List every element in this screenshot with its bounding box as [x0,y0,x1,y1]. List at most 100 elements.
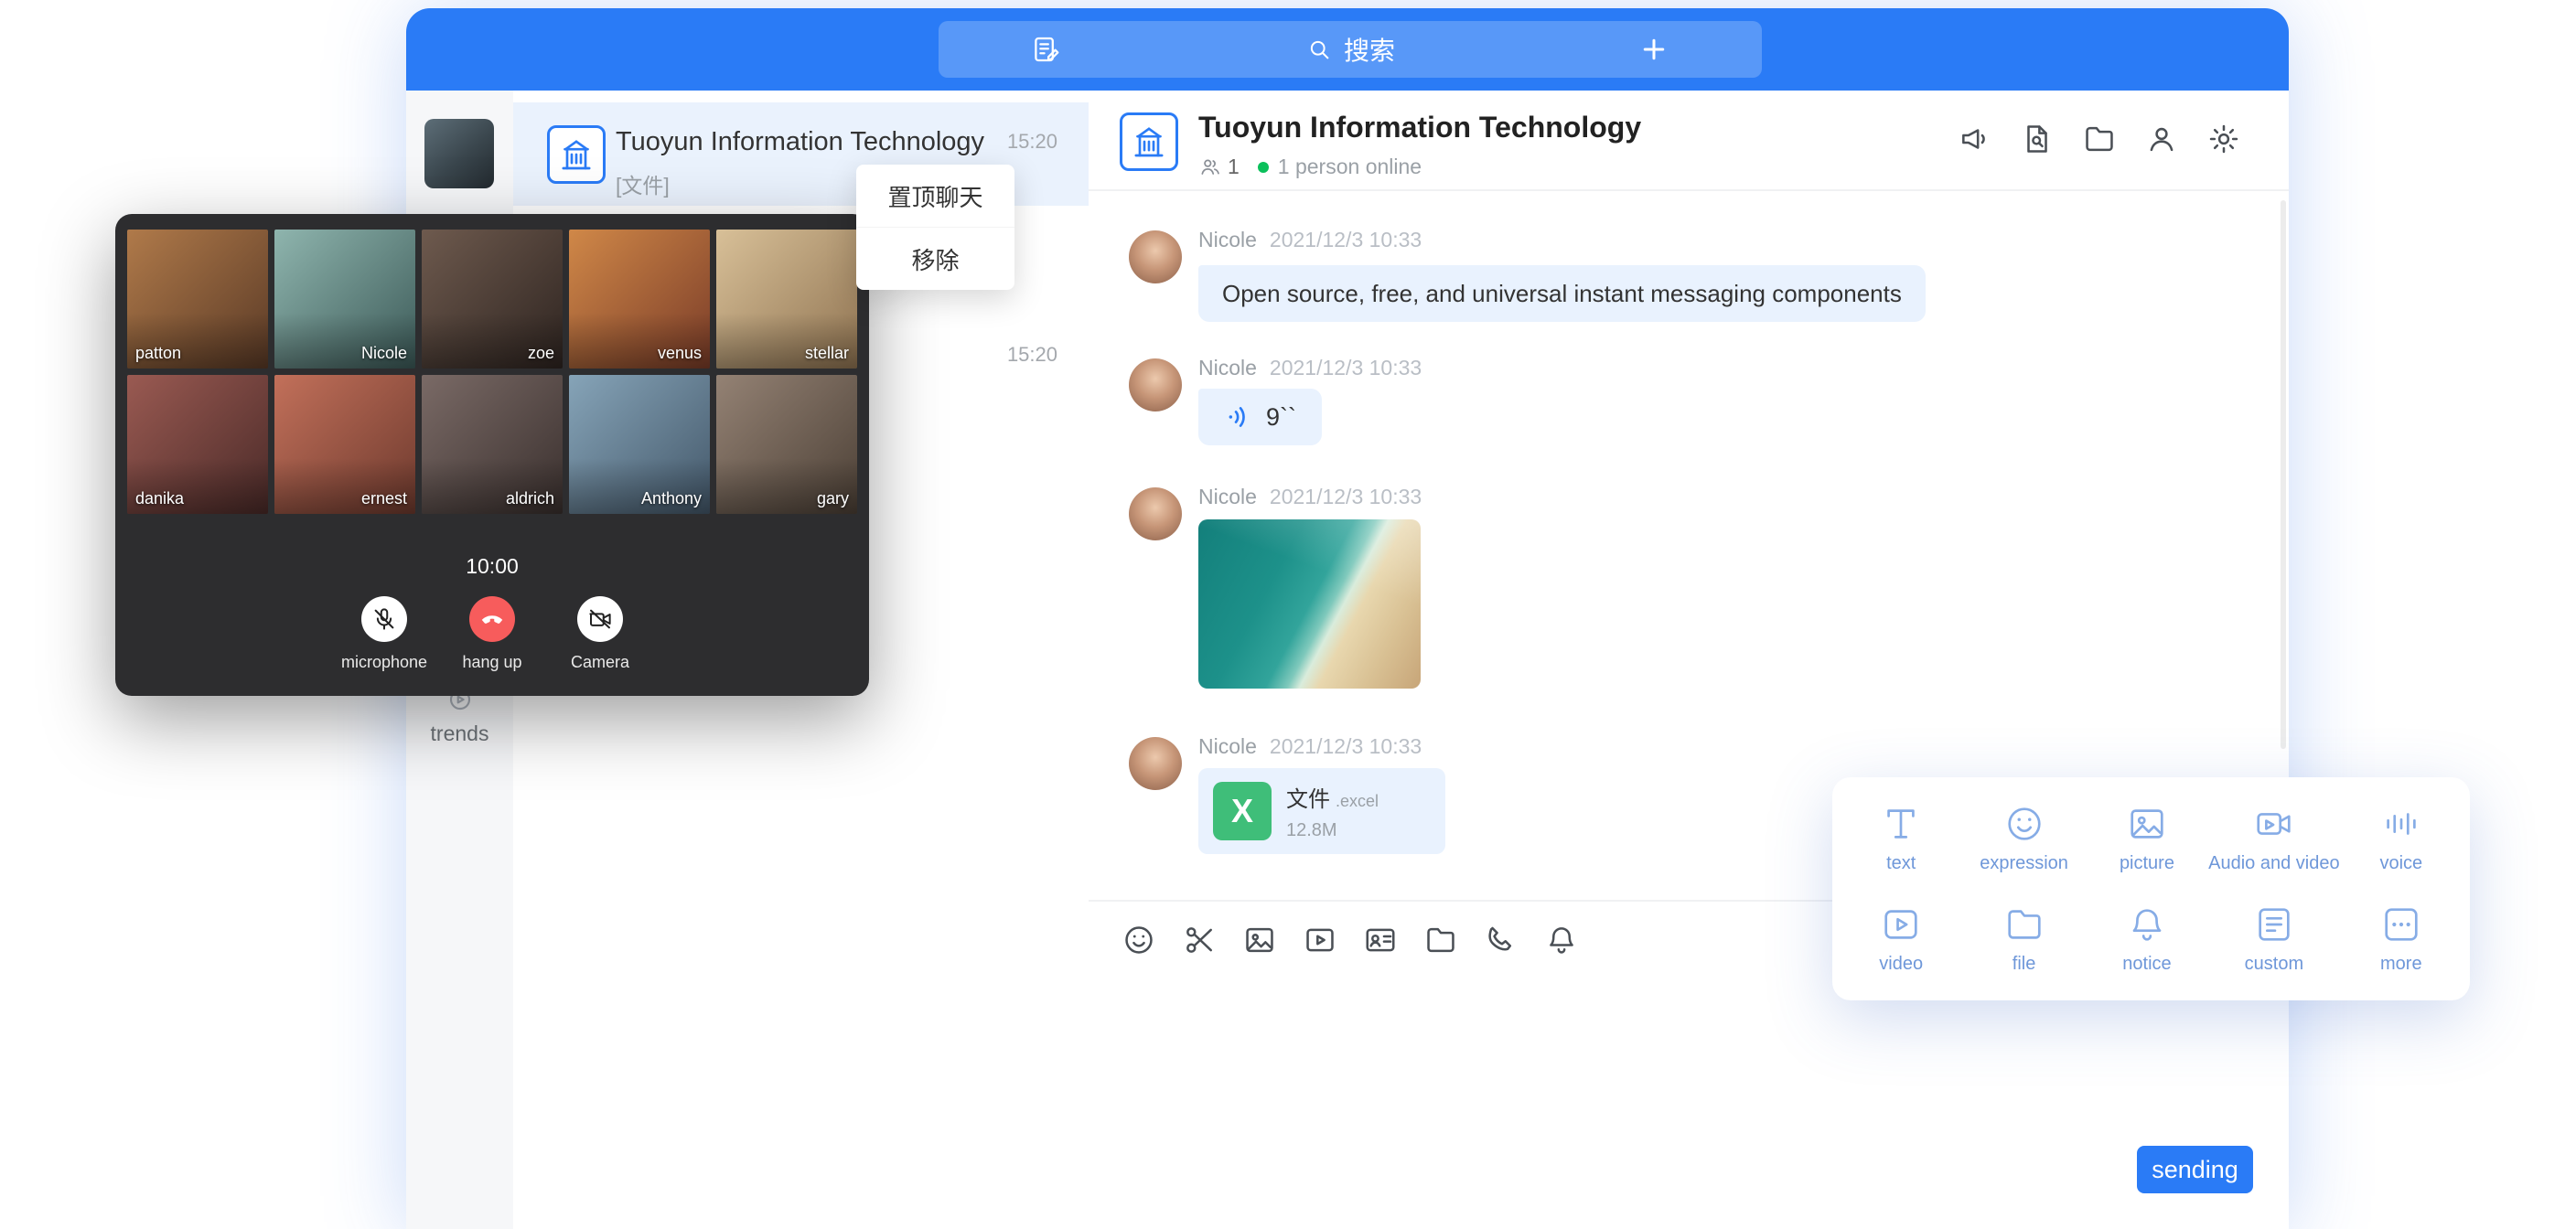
voice-icon [2380,803,2422,845]
menu-item-remove[interactable]: 移除 [856,227,1014,290]
camera-off-icon [586,605,614,633]
announcement-icon[interactable] [1958,122,1992,156]
conversation-last-message: [文件] [616,168,670,199]
screenshot-scissors-icon[interactable] [1182,923,1217,957]
participant-name: patton [135,344,181,363]
camera-control: Camera [560,596,640,672]
participant-tile[interactable]: danika [127,375,268,514]
mic-off-button[interactable] [361,596,407,642]
panel-item-video[interactable]: video [1840,889,1962,989]
participant-tile[interactable]: zoe [422,230,563,369]
online-dot [1258,162,1269,173]
panel-item-notice[interactable]: notice [2086,889,2208,989]
plus-icon[interactable] [1637,33,1670,66]
group-building-icon [547,125,606,184]
custom-icon [2253,903,2295,946]
control-label: Camera [571,653,629,672]
compose-note-icon[interactable] [1030,34,1061,65]
participant-tile[interactable]: stellar [716,230,857,369]
folder-icon[interactable] [2082,122,2117,156]
participant-name: gary [817,489,849,508]
file-message-bubble[interactable]: X 文件.excel 12.8M [1198,768,1445,854]
mic-off-icon [370,605,398,633]
chat-history-search-icon[interactable] [2020,122,2055,156]
phone-call-icon[interactable] [1484,923,1519,957]
video-icon[interactable] [1303,923,1337,957]
panel-item-text[interactable]: text [1840,788,1962,889]
conversation-time: 15:20 [1007,343,1057,367]
call-timer: 10:00 [115,554,869,579]
message-time: 2021/12/3 10:33 [1270,228,1422,251]
video-icon [1880,903,1922,946]
avatar[interactable] [1129,230,1182,283]
my-avatar[interactable] [424,119,494,188]
file-info: 文件.excel 12.8M [1286,781,1379,841]
avatar[interactable] [1129,358,1182,411]
panel-item-label: more [2380,954,2422,975]
emoji-icon[interactable] [1122,923,1156,957]
image-message-beach[interactable] [1198,519,1421,689]
trends-label: trends [406,721,513,746]
participant-tile[interactable]: Anthony [569,375,710,514]
voice-message-bubble[interactable]: 9`` [1198,389,1322,445]
avatar[interactable] [1129,487,1182,540]
panel-item-custom[interactable]: custom [2208,889,2339,989]
panel-item-label: video [1879,954,1923,975]
menu-item-pin-chat[interactable]: 置顶聊天 [856,165,1014,227]
sender-name: Nicole [1198,734,1257,758]
voice-wave-icon [1224,402,1253,432]
online-status: 1 person online [1278,155,1422,179]
topbar: 搜索 [406,8,2289,91]
send-button[interactable]: sending [2137,1146,2253,1193]
panel-item-expression[interactable]: expression [1962,788,2085,889]
image-icon[interactable] [1242,923,1277,957]
contact-card-icon[interactable] [1363,923,1398,957]
panel-item-label: custom [2245,954,2303,975]
folder-icon[interactable] [1423,923,1458,957]
panel-item-file[interactable]: file [1962,889,2085,989]
participant-name: Anthony [641,489,702,508]
message-meta: Nicole 2021/12/3 10:33 [1198,228,1422,252]
participant-tile[interactable]: patton [127,230,268,369]
panel-item-audio-video[interactable]: Audio and video [2208,788,2339,889]
conversation-title: Tuoyun Information Technology [616,127,984,157]
message-meta: Nicole 2021/12/3 10:33 [1198,734,1422,759]
chat-panel: Tuoyun Information Technology 1 1 person… [1089,91,2289,1229]
participant-tile[interactable]: gary [716,375,857,514]
picture-icon [2126,803,2168,845]
excel-file-icon: X [1213,782,1272,840]
participant-tile[interactable]: venus [569,230,710,369]
chat-scrollbar[interactable] [2281,200,2286,749]
panel-item-label: Audio and video [2208,853,2339,874]
participant-name: ernest [361,489,407,508]
search-label: 搜索 [1344,31,1395,68]
message-type-panel: text expression picture Audio and video … [1832,777,2470,1000]
member-icon[interactable] [2144,122,2179,156]
panel-item-voice[interactable]: voice [2340,788,2463,889]
panel-item-label: text [1886,853,1916,874]
camera-off-button[interactable] [577,596,623,642]
message-time: 2021/12/3 10:33 [1270,734,1422,758]
microphone-control: microphone [344,596,424,672]
participant-tile[interactable]: ernest [274,375,415,514]
chat-subtitle: 1 1 person online [1198,155,1422,179]
hangup-button[interactable] [469,596,515,642]
panel-item-picture[interactable]: picture [2086,788,2208,889]
participant-tile[interactable]: Nicole [274,230,415,369]
participant-tile[interactable]: aldrich [422,375,563,514]
bell-icon[interactable] [1544,923,1579,957]
panel-item-more[interactable]: more [2340,889,2463,989]
context-menu: 置顶聊天 移除 [856,165,1014,290]
more-icon [2380,903,2422,946]
file-size: 12.8M [1286,820,1379,841]
settings-gear-icon[interactable] [2206,122,2241,156]
chat-header: Tuoyun Information Technology 1 1 person… [1089,91,2289,191]
sender-name: Nicole [1198,228,1257,251]
text-message-bubble[interactable]: Open source, free, and universal instant… [1198,265,1926,322]
search-box[interactable]: 搜索 [1305,21,1395,78]
participant-name: zoe [528,344,554,363]
message-time: 2021/12/3 10:33 [1270,485,1422,508]
participant-name: venus [658,344,702,363]
avatar[interactable] [1129,737,1182,790]
file-name: 文件 [1286,787,1330,812]
